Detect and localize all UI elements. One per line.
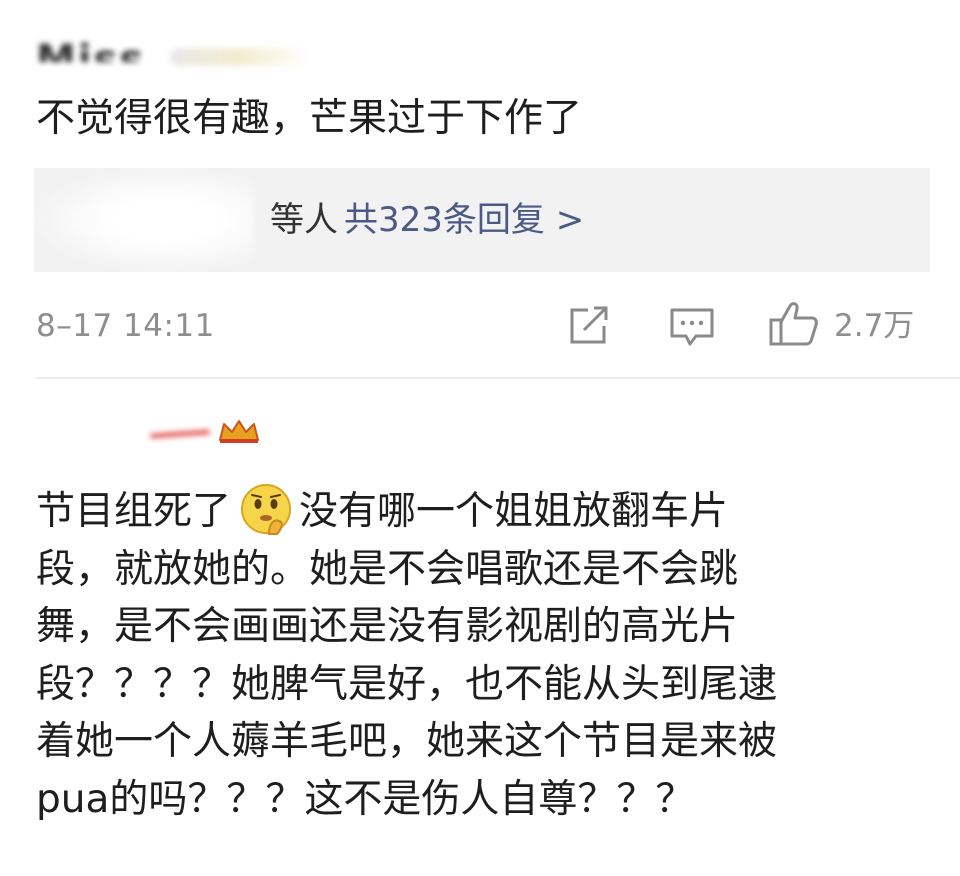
comment2-line-4: 段？？？？她脾气是好，也不能从头到尾逮 xyxy=(36,661,778,707)
comment2-username-redaction xyxy=(149,429,211,439)
username-text: Miss xyxy=(36,37,146,62)
comment2-line-2: 段，就放她的。她是不会唱歌还是不会跳 xyxy=(36,546,739,592)
comment2-text: 节目组死了 没有哪一个姐姐放翻车片 段，就放她的。她是不会唱歌还是不会跳 舞，是… xyxy=(36,482,936,829)
thumbs-up-icon[interactable] xyxy=(768,300,818,346)
username-redaction xyxy=(170,48,310,66)
like-count: 2.7万 xyxy=(834,308,915,344)
comment2-line-1: 节目组死了 没有哪一个姐姐放翻车片 xyxy=(36,482,936,541)
reply-summary[interactable]: 等人 共323条回复 > xyxy=(34,168,930,272)
comment2-line-3: 舞，是不会画画还是没有影视剧的高光片 xyxy=(36,604,739,650)
comment-divider xyxy=(36,377,960,379)
comment2-line-5: 着她一个人薅羊毛吧，她来这个节目是来被 xyxy=(36,719,778,765)
comment2-line-6: pua的吗？？？这不是伤人自尊？？？ xyxy=(36,776,695,822)
comment1-text: 不觉得很有趣，芒果过于下作了 xyxy=(36,96,583,141)
crown-badge-icon xyxy=(216,418,262,444)
comment-icon[interactable] xyxy=(668,304,716,348)
share-icon[interactable] xyxy=(566,304,614,348)
reply-count-link[interactable]: 共323条回复 > xyxy=(344,196,584,244)
comment1-timestamp: 8–17 14:11 xyxy=(36,308,215,344)
reply-redaction xyxy=(34,168,254,272)
thinking-face-icon xyxy=(239,482,293,536)
reply-users: 等人 xyxy=(270,200,338,240)
